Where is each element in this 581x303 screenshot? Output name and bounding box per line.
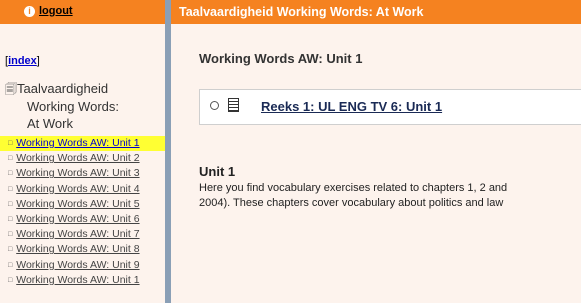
unit-link[interactable]: Working Words AW: Unit 7 xyxy=(16,228,139,240)
unit-list: □ Working Words AW: Unit 1 □ Working Words … xyxy=(0,136,165,288)
square-bullet-icon: □ xyxy=(8,170,13,178)
square-bullet-icon: □ xyxy=(8,140,13,147)
tree-root-label-1: Taalvaardigheid xyxy=(17,81,109,96)
unit-list-item[interactable]: □ Working Words AW: Unit 1 xyxy=(0,273,165,288)
unit-link[interactable]: Working Words AW: Unit 1 xyxy=(16,137,139,149)
document-icon: 🗐 xyxy=(5,82,17,96)
unit-description-line-2: 2004). These chapters cover vocabulary a… xyxy=(199,197,504,209)
square-bullet-icon: □ xyxy=(8,185,13,193)
square-bullet-icon: □ xyxy=(8,231,13,239)
unit-list-item[interactable]: □ Working Words AW: Unit 9 xyxy=(0,258,165,273)
reeks-item: Reeks 1: UL ENG TV 6: Unit 1 xyxy=(199,89,581,125)
main-content: Taalvaardigheid Working Words: At Work W… xyxy=(171,0,581,303)
unit-link[interactable]: Working Words AW: Unit 5 xyxy=(16,198,139,210)
unit-link[interactable]: Working Words AW: Unit 2 xyxy=(16,152,139,164)
unit-list-item[interactable]: □ Working Words AW: Unit 6 xyxy=(0,212,165,227)
square-bullet-icon: □ xyxy=(8,276,13,284)
square-bullet-icon: □ xyxy=(8,155,13,163)
list-document-icon xyxy=(228,98,239,112)
radio-circle-icon xyxy=(210,101,219,110)
square-bullet-icon: □ xyxy=(8,246,13,254)
tree-root-line-2: Working Words: xyxy=(27,99,119,114)
unit-link[interactable]: Working Words AW: Unit 9 xyxy=(16,259,139,271)
square-bullet-icon: □ xyxy=(8,200,13,208)
info-icon: i xyxy=(24,6,35,17)
square-bullet-icon: □ xyxy=(8,261,13,269)
main-header-title: Taalvaardigheid Working Words: At Work xyxy=(171,0,581,24)
reeks-link[interactable]: Reeks 1: UL ENG TV 6: Unit 1 xyxy=(261,99,442,114)
unit-list-item[interactable]: □ Working Words AW: Unit 3 xyxy=(0,166,165,181)
sidebar: i logout [index] 🗐Taalvaardigheid Workin… xyxy=(0,0,171,303)
unit-description-line-1: Here you find vocabulary exercises relat… xyxy=(199,182,508,194)
unit-list-item[interactable]: □ Working Words AW: Unit 4 xyxy=(0,182,165,197)
unit-description: Here you find vocabulary exercises relat… xyxy=(199,181,581,211)
unit-list-item[interactable]: □ Working Words AW: Unit 1 xyxy=(0,136,165,152)
square-bullet-icon: □ xyxy=(8,215,13,223)
tree-root-line-1: 🗐Taalvaardigheid xyxy=(5,80,155,98)
tree-root-line-3: At Work xyxy=(27,116,73,131)
unit-list-item[interactable]: □ Working Words AW: Unit 8 xyxy=(0,242,165,257)
sidebar-header: i logout xyxy=(0,0,165,24)
index-nav: [index] xyxy=(5,55,40,67)
unit-list-item[interactable]: □ Working Words AW: Unit 5 xyxy=(0,197,165,212)
unit-link[interactable]: Working Words AW: Unit 3 xyxy=(16,167,139,179)
tree-root[interactable]: 🗐Taalvaardigheid Working Words: At Work xyxy=(5,80,155,132)
unit-link[interactable]: Working Words AW: Unit 6 xyxy=(16,213,139,225)
page-title: Working Words AW: Unit 1 xyxy=(199,51,363,66)
unit-link[interactable]: Working Words AW: Unit 8 xyxy=(16,243,139,255)
unit-link[interactable]: Working Words AW: Unit 1 xyxy=(16,274,139,286)
index-link[interactable]: index xyxy=(8,55,37,67)
unit-list-item[interactable]: □ Working Words AW: Unit 7 xyxy=(0,227,165,242)
unit-link[interactable]: Working Words AW: Unit 4 xyxy=(16,183,139,195)
unit-list-item[interactable]: □ Working Words AW: Unit 2 xyxy=(0,151,165,166)
logout-link[interactable]: logout xyxy=(39,5,73,17)
unit-heading: Unit 1 xyxy=(199,164,236,179)
